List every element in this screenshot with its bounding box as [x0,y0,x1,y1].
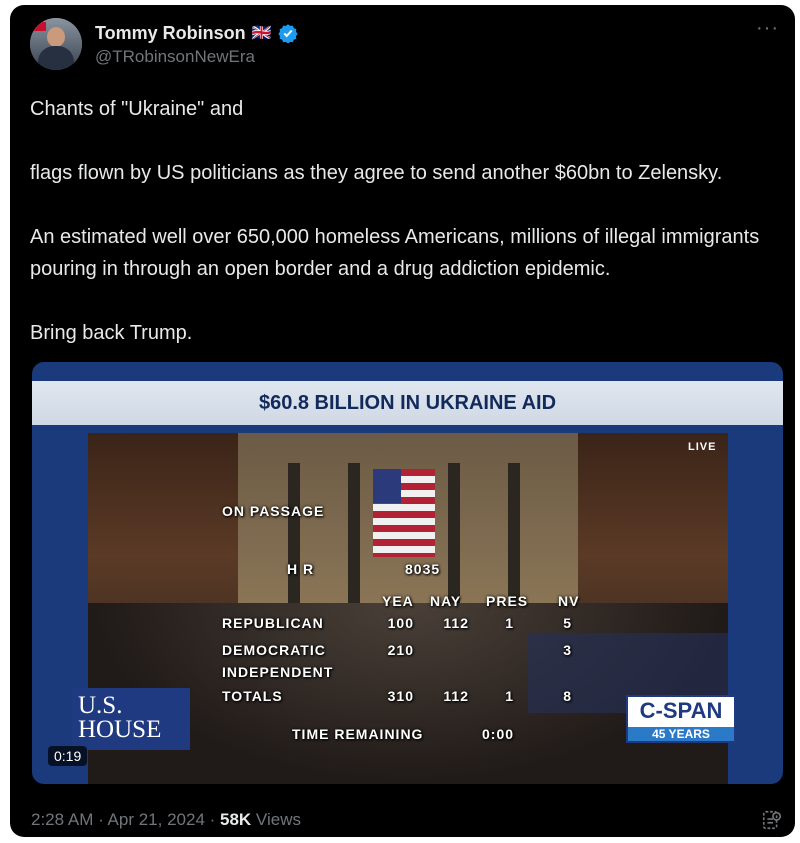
row-nay: 112 [443,688,469,704]
row-yea: 210 [387,642,414,658]
row-pres: 1 [505,688,514,704]
video-banner: $60.8 BILLION IN UKRAINE AID [32,381,783,425]
header-pres: PRES [486,593,529,609]
tweet-footer: 2:28 AM · Apr 21, 2024 · 58K Views [31,810,301,829]
time-remaining-label: TIME REMAINING [292,726,424,742]
author-name-row[interactable]: Tommy Robinson 🇬🇧 [95,21,298,45]
bill-number: 8035 [405,561,441,577]
bill-label: H R [287,561,315,577]
row-nv: 5 [563,615,572,631]
avatar[interactable] [30,18,82,70]
header-nv: NV [558,593,580,609]
header-yea: YEA [382,593,414,609]
video-duration: 0:19 [48,746,88,766]
row-pres: 1 [505,615,514,631]
row-nv: 3 [563,642,572,658]
row-nv: 8 [563,688,572,704]
on-passage-label: ON PASSAGE [222,503,325,519]
row-yea: 310 [387,688,414,704]
view-analytics-icon[interactable] [761,809,783,831]
row-party: REPUBLICAN [222,615,324,631]
views-label: Views [251,810,301,829]
us-flag-icon [373,469,435,557]
time-remaining-value: 0:00 [482,726,515,742]
views-count: 58K [220,810,252,829]
header-nay: NAY [430,593,462,609]
author-handle[interactable]: @TRobinsonNewEra [95,47,255,67]
us-house-logo: U.S. HOUSE [72,688,190,750]
row-nay: 112 [443,615,469,631]
row-party: TOTALS [222,688,283,704]
tweet-card: Tommy Robinson 🇬🇧 @TRobinsonNewEra ··· C… [10,5,795,837]
flag-patch-icon [32,22,46,31]
tweet-paragraph-2: An estimated well over 650,000 homeless … [30,226,760,280]
row-party: DEMOCRATIC [222,642,326,658]
row-yea: 100 [387,615,414,631]
tweet-date[interactable]: Apr 21, 2024 [108,810,205,829]
tweet-text: Chants of "Ukraine" and flags flown by US… [30,93,780,381]
cspan-logo: C-SPAN 45 YEARS [626,695,736,743]
verified-badge-icon [277,24,298,43]
video-player[interactable]: $60.8 BILLION IN UKRAINE AID LIVE ON PAS… [32,362,783,784]
tweet-paragraph-3: Bring back Trump. [30,322,193,344]
uk-flag-emoji: 🇬🇧 [251,25,272,42]
ukraine-flag-icon [249,101,275,117]
author-name[interactable]: Tommy Robinson [95,23,246,44]
more-options-icon[interactable]: ··· [756,17,779,40]
row-party: INDEPENDENT [222,664,334,680]
tweet-paragraph-1: Chants of "Ukraine" and [30,93,780,125]
tweet-time[interactable]: 2:28 AM [31,810,93,829]
live-indicator: LIVE [688,441,717,453]
